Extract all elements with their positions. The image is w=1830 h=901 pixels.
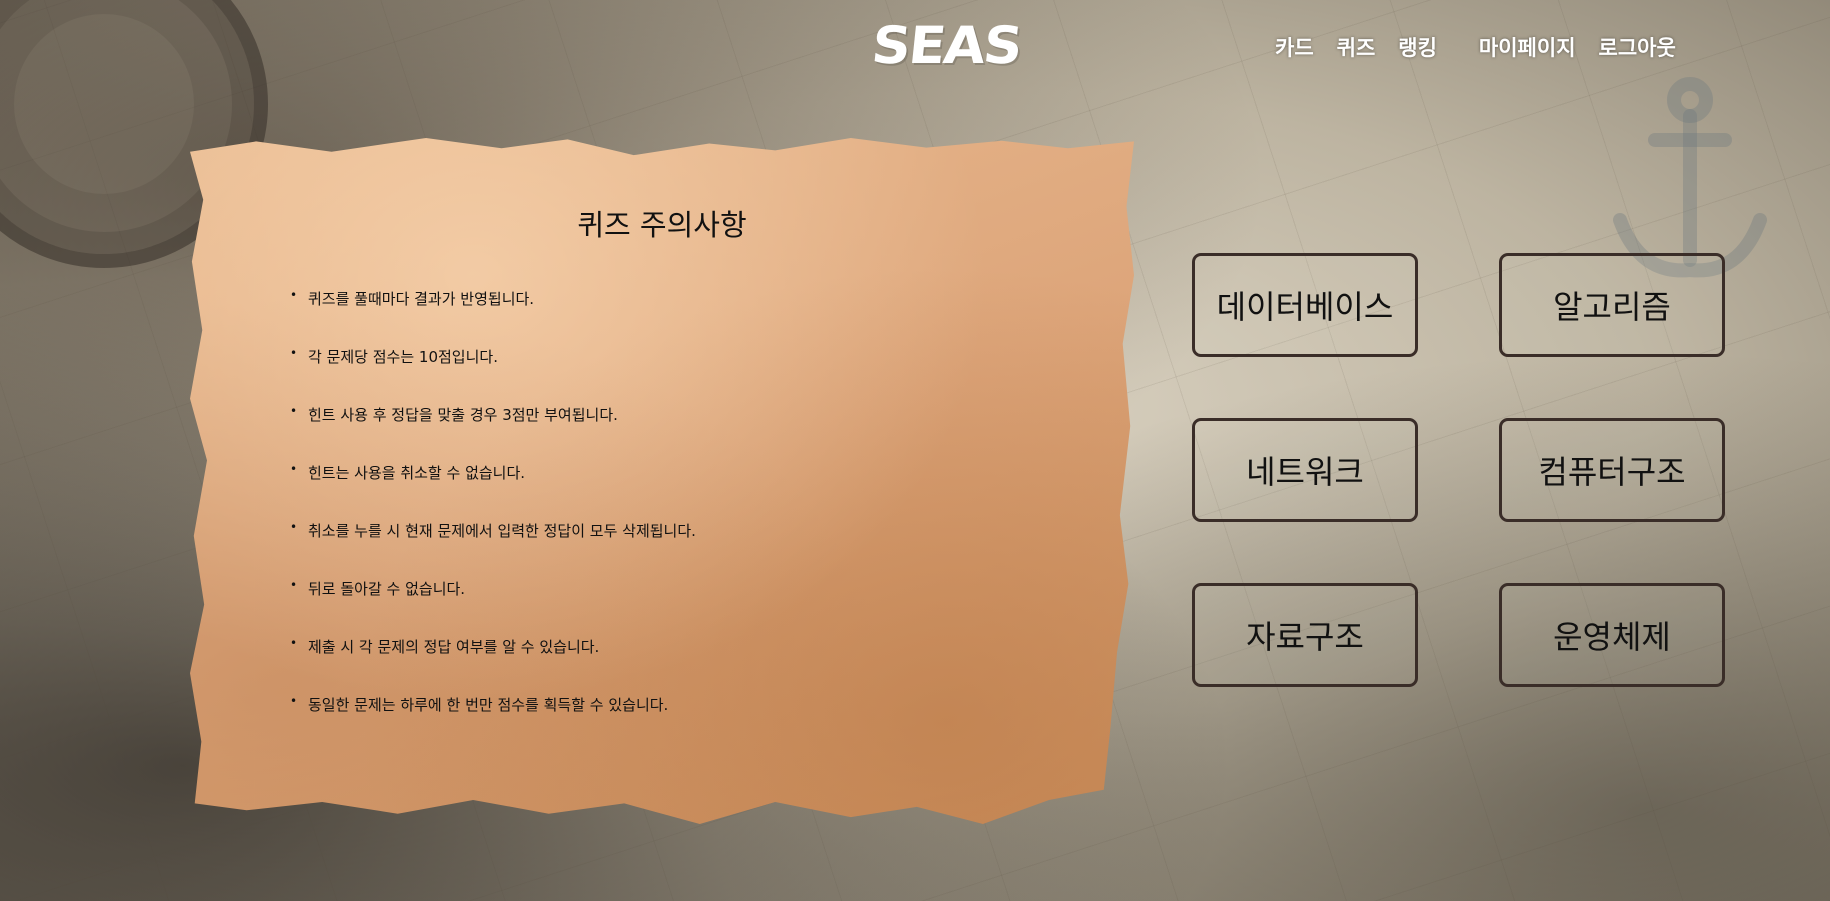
main-nav: 카드 퀴즈 랭킹 마이페이지 로그아웃 <box>1275 30 1699 64</box>
nav-logout-link[interactable]: 로그아웃 <box>1599 32 1676 62</box>
notice-rule-list: 퀴즈를 풀때마다 결과가 반영됩니다. 각 문제당 점수는 10점입니다. 힌트… <box>290 288 696 752</box>
notice-rule-item: 취소를 누를 시 현재 문제에서 입력한 정답이 모두 삭제됩니다. <box>290 520 696 578</box>
seas-logo[interactable]: SEAS <box>869 16 1025 76</box>
top-navigation-bar: SEAS 카드 퀴즈 랭킹 마이페이지 로그아웃 <box>0 0 1830 95</box>
notice-rule-item: 힌트 사용 후 정답을 맞출 경우 3점만 부여됩니다. <box>290 404 696 462</box>
notice-rule-item: 퀴즈를 풀때마다 결과가 반영됩니다. <box>290 288 696 346</box>
category-database-button[interactable]: 데이터베이스 <box>1192 253 1418 357</box>
category-operating-system-button[interactable]: 운영체제 <box>1499 583 1725 687</box>
quiz-notice-parchment: 퀴즈 주의사항 퀴즈를 풀때마다 결과가 반영됩니다. 각 문제당 점수는 10… <box>190 138 1134 824</box>
notice-rule-item: 동일한 문제는 하루에 한 번만 점수를 획득할 수 있습니다. <box>290 694 696 752</box>
nav-quiz-link[interactable]: 퀴즈 <box>1337 32 1376 62</box>
nav-mypage-link[interactable]: 마이페이지 <box>1479 32 1576 62</box>
notice-rule-item: 각 문제당 점수는 10점입니다. <box>290 346 696 404</box>
notice-rule-item: 뒤로 돌아갈 수 없습니다. <box>290 578 696 636</box>
nav-card-link[interactable]: 카드 <box>1275 32 1314 62</box>
category-network-button[interactable]: 네트워크 <box>1192 418 1418 522</box>
notice-title: 퀴즈 주의사항 <box>577 208 747 242</box>
notice-rule-item: 힌트는 사용을 취소할 수 없습니다. <box>290 462 696 520</box>
notice-rule-item: 제출 시 각 문제의 정답 여부를 알 수 있습니다. <box>290 636 696 694</box>
category-algorithm-button[interactable]: 알고리즘 <box>1499 253 1725 357</box>
category-computer-architecture-button[interactable]: 컴퓨터구조 <box>1499 418 1725 522</box>
category-data-structure-button[interactable]: 자료구조 <box>1192 583 1418 687</box>
nav-ranking-link[interactable]: 랭킹 <box>1398 32 1437 62</box>
